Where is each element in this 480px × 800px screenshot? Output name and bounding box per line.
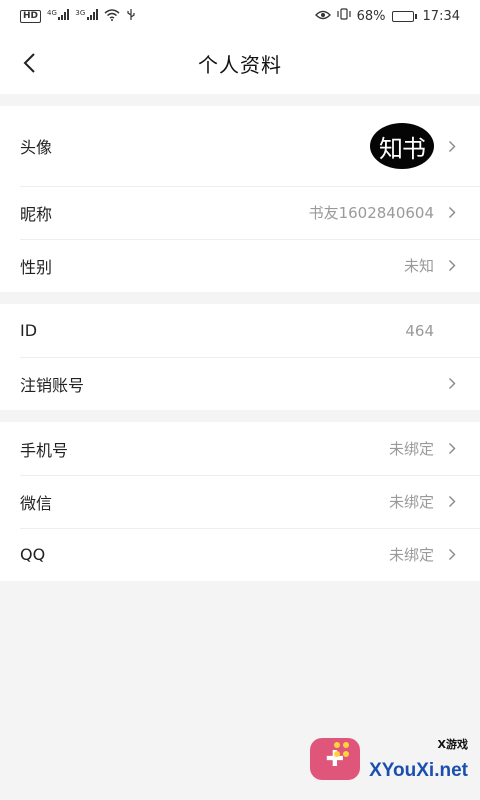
chevron-right-icon (444, 441, 460, 457)
wechat-label: 微信 (20, 493, 53, 513)
avatar: 知书 (370, 123, 434, 169)
nickname-label: 昵称 (20, 204, 53, 224)
watermark-logo: ✚ X游戏 XYouXi.net (302, 730, 472, 790)
delete-account-label: 注销账号 (20, 375, 85, 395)
vibrate-icon (337, 8, 351, 24)
chevron-right-icon (444, 547, 460, 563)
gender-row[interactable]: 性别 未知 (0, 239, 480, 292)
watermark-small-text: X游戏 (437, 738, 468, 751)
avatar-row[interactable]: 头像 知书 (0, 106, 480, 186)
qq-row[interactable]: QQ 未绑定 (0, 528, 480, 581)
nickname-value: 书友1602840604 (308, 204, 434, 222)
wechat-row[interactable]: 微信 未绑定 (0, 475, 480, 528)
profile-group-binding: 手机号 未绑定 微信 未绑定 QQ 未绑定 (0, 422, 480, 581)
status-bar-left: HD 4G 3G (20, 8, 136, 24)
chevron-left-icon (23, 53, 35, 73)
battery-icon (391, 10, 417, 22)
chevron-right-icon (444, 376, 460, 392)
phone-value: 未绑定 (388, 440, 434, 458)
avatar-label: 头像 (20, 138, 53, 157)
watermark-brand-text: XYouXi.net (369, 760, 468, 781)
chevron-right-icon (444, 138, 460, 154)
wifi-icon (104, 8, 120, 24)
chevron-right-icon (444, 205, 460, 221)
usb-icon (126, 8, 136, 24)
status-bar-right: 68% 17:34 (314, 8, 460, 24)
qq-label: QQ (20, 545, 46, 564)
profile-group-account: ID 464 注销账号 (0, 304, 480, 410)
signal-icon-2: 3G (75, 9, 98, 23)
phone-label: 手机号 (20, 440, 69, 460)
hd-badge: HD (20, 9, 42, 23)
top-bar: 个人资料 (0, 32, 480, 94)
gender-label: 性别 (20, 257, 53, 277)
status-bar: HD 4G 3G 68% 17:34 (0, 0, 480, 32)
phone-row[interactable]: 手机号 未绑定 (0, 422, 480, 475)
page-title: 个人资料 (198, 52, 282, 77)
id-row: ID 464 (0, 304, 480, 357)
id-label: ID (20, 321, 38, 340)
gender-value: 未知 (403, 257, 434, 275)
battery-percent: 68% (356, 8, 386, 24)
signal-icon-1: 4G (47, 9, 70, 23)
delete-account-row[interactable]: 注销账号 (0, 357, 480, 410)
chevron-right-icon (444, 494, 460, 510)
back-button[interactable] (14, 48, 44, 78)
wechat-value: 未绑定 (388, 493, 434, 511)
profile-group-basic: 头像 知书 昵称 书友1602840604 性别 未知 (0, 106, 480, 292)
clock: 17:34 (422, 8, 460, 24)
chevron-right-icon (444, 258, 460, 274)
id-value: 464 (405, 321, 434, 340)
nickname-row[interactable]: 昵称 书友1602840604 (0, 186, 480, 239)
eye-comfort-icon (314, 9, 331, 24)
qq-value: 未绑定 (388, 546, 434, 564)
